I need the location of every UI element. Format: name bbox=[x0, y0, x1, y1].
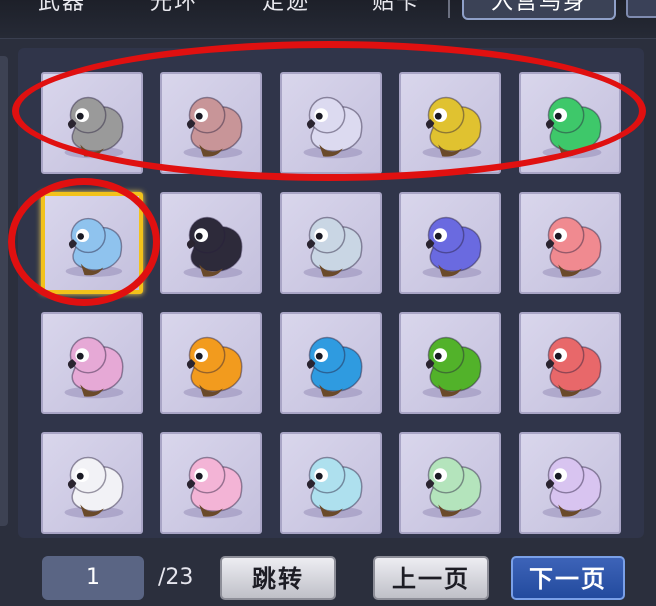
tab-footprint[interactable]: 足迹 bbox=[262, 0, 310, 20]
page-number-input[interactable]: 1 bbox=[42, 556, 144, 600]
tab-divider bbox=[448, 0, 450, 18]
azure-fledgling-pet-icon bbox=[303, 336, 363, 399]
pet-slot-cyan-crow-pet[interactable] bbox=[280, 432, 382, 534]
coral-owl-pet-icon bbox=[542, 216, 602, 279]
pet-slot-violet-owl-pet[interactable] bbox=[399, 192, 501, 294]
silver-owl-pet-icon bbox=[303, 216, 363, 279]
jump-button[interactable]: 跳转 bbox=[220, 556, 336, 600]
pink-fledgling-pet-icon bbox=[64, 336, 124, 399]
pet-slot-white-crow-pet[interactable] bbox=[41, 432, 143, 534]
pet-slot-silver-owl-pet[interactable] bbox=[280, 192, 382, 294]
violet-owl-pet-icon bbox=[422, 216, 482, 279]
red-hat-fledgling-pet-icon bbox=[542, 336, 602, 399]
tab-weapon[interactable]: 武器 bbox=[38, 0, 86, 20]
tab-aura[interactable]: 光环 bbox=[150, 0, 198, 20]
pet-slot-coral-owl-pet[interactable] bbox=[519, 192, 621, 294]
pet-slot-orange-fledgling-pet[interactable] bbox=[160, 312, 262, 414]
pet-slot-pink-fledgling-pet[interactable] bbox=[41, 312, 143, 414]
prev-page-button[interactable]: 上一页 bbox=[373, 556, 489, 600]
cyan-crow-pet-icon bbox=[303, 456, 363, 519]
pet-slot-red-hat-fledgling-pet[interactable] bbox=[519, 312, 621, 414]
dark-owl-pet-icon bbox=[183, 216, 243, 279]
pet-slot-dark-owl-pet[interactable] bbox=[160, 192, 262, 294]
tab-card[interactable]: 贴卡 bbox=[372, 0, 420, 20]
green-fledgling-pet-icon bbox=[422, 336, 482, 399]
page-total-label: /23 bbox=[158, 565, 194, 590]
pet-slot-lilac-crow-pet[interactable] bbox=[519, 432, 621, 534]
white-crow-pet-icon bbox=[64, 456, 124, 519]
next-page-button[interactable]: 下一页 bbox=[511, 556, 625, 600]
pink-crow-pet-icon bbox=[183, 456, 243, 519]
pet-slot-green-fledgling-pet[interactable] bbox=[399, 312, 501, 414]
mint-crow-pet-icon bbox=[422, 456, 482, 519]
orange-fledgling-pet-icon bbox=[183, 336, 243, 399]
tab-pet-bird[interactable]: 入宫鸟身 bbox=[462, 0, 616, 20]
pet-slot-pink-crow-pet[interactable] bbox=[160, 432, 262, 534]
lilac-crow-pet-icon bbox=[542, 456, 602, 519]
annotation-circle-selected bbox=[8, 178, 160, 306]
corner-menu-button[interactable] bbox=[626, 0, 656, 18]
category-tab-bar: 武器 光环 足迹 贴卡 入宫鸟身 bbox=[0, 0, 656, 39]
pet-slot-azure-fledgling-pet[interactable] bbox=[280, 312, 382, 414]
side-scrollbar[interactable] bbox=[0, 56, 8, 526]
pet-slot-mint-crow-pet[interactable] bbox=[399, 432, 501, 534]
annotation-circle-row bbox=[12, 41, 646, 181]
